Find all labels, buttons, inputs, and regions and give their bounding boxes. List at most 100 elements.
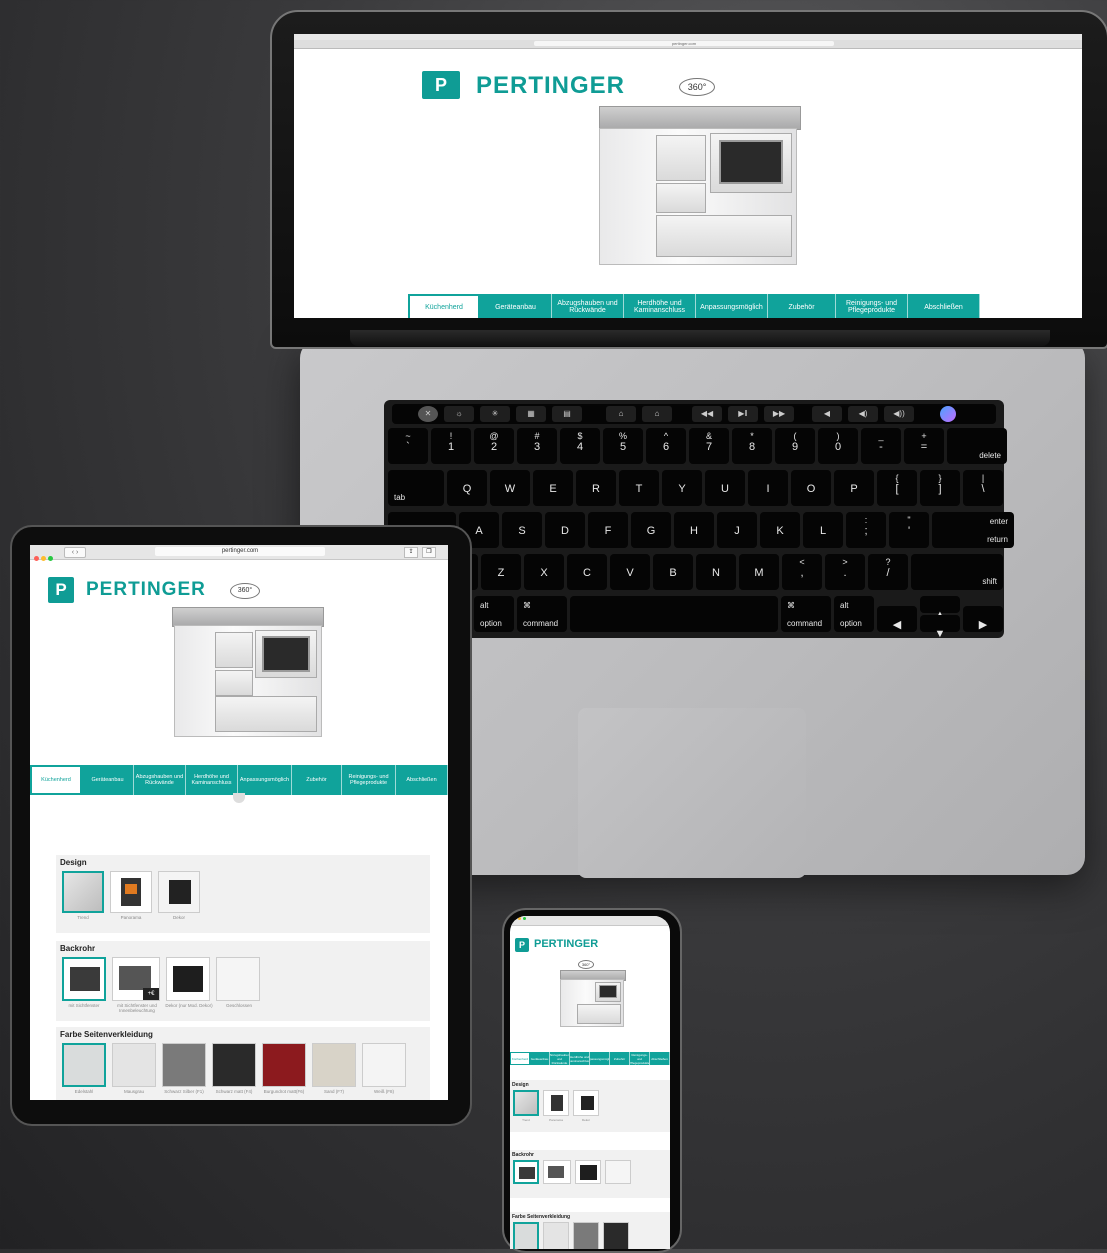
key-c[interactable]: C <box>567 554 607 590</box>
farbe-option-1[interactable] <box>112 1043 156 1087</box>
key-e[interactable]: E <box>533 470 573 506</box>
trackpad[interactable] <box>578 708 806 878</box>
backrohr-option-geschlossen[interactable] <box>216 957 260 1001</box>
key-i[interactable]: I <box>748 470 788 506</box>
key-bracket-0[interactable]: {[ <box>877 470 917 506</box>
return-key[interactable]: return enter <box>932 512 1014 548</box>
key-m[interactable]: M <box>739 554 779 590</box>
kbd-light-down-icon[interactable]: ⌂ <box>606 406 636 422</box>
tab-geraeteanbau[interactable]: Geräteanbau <box>480 294 552 318</box>
key-9[interactable]: (9 <box>775 428 815 464</box>
backrohr-option-dekor[interactable] <box>575 1160 601 1184</box>
window-controls[interactable] <box>34 548 55 566</box>
tab-key[interactable]: tab <box>388 470 444 506</box>
design-option-trend[interactable] <box>62 871 104 913</box>
farbe-option-edelstahl[interactable] <box>513 1222 539 1249</box>
back-forward-icon[interactable]: ‹ › <box>64 547 86 558</box>
escape-icon[interactable]: ✕ <box>418 406 438 422</box>
tab-geraeteanbau[interactable]: Geräteanbau <box>530 1052 550 1065</box>
key-l[interactable]: L <box>803 512 843 548</box>
arrow-left-icon[interactable]: ◀ <box>877 606 917 632</box>
key-q[interactable]: Q <box>447 470 487 506</box>
key-6[interactable]: ^ 6 <box>646 428 686 464</box>
brightness-down-icon[interactable]: ☼ <box>444 406 474 422</box>
tab-kuechenherd[interactable]: Küchenherd <box>408 294 480 318</box>
left-option-key[interactable]: option alt <box>474 596 514 632</box>
left-command-key[interactable]: command ⌘ <box>517 596 567 632</box>
farbe-option-0[interactable] <box>62 1043 106 1087</box>
key-2[interactable]: @2 <box>474 428 514 464</box>
window-controls[interactable] <box>513 917 528 920</box>
key-4[interactable]: $4 <box>560 428 600 464</box>
arrow-up-icon[interactable]: ▲ <box>920 596 960 621</box>
tab-zubehoer[interactable]: Zubehör <box>292 765 342 795</box>
right-option-key[interactable]: option alt <box>834 596 874 632</box>
play-pause-icon[interactable]: ▶‖ <box>728 406 758 422</box>
key-p[interactable]: P <box>834 470 874 506</box>
farbe-option-6[interactable] <box>362 1043 406 1087</box>
tab-zubehoer[interactable]: Zubehör <box>768 294 836 318</box>
key-d[interactable]: D <box>545 512 585 548</box>
tab-anpassung[interactable]: Anpassungsmöglich <box>590 1052 610 1065</box>
key-0[interactable]: ) 0 <box>818 428 858 464</box>
rotate-360-icon[interactable]: 360° <box>578 960 594 969</box>
farbe-option-3[interactable] <box>212 1043 256 1087</box>
arrow-right-icon[interactable]: ▶ <box>963 606 1003 632</box>
launchpad-icon[interactable]: ▤ <box>552 406 582 422</box>
key-k[interactable]: K <box>760 512 800 548</box>
tab-herdhoehe[interactable]: Herdhöhe und Kaminanschluss <box>570 1052 590 1065</box>
tab-abschliessen[interactable]: Abschließen <box>396 765 448 795</box>
key-s[interactable]: S <box>502 512 542 548</box>
arrow-down-icon[interactable]: ▼ <box>920 615 960 640</box>
tab-geraeteanbau[interactable]: Geräteanbau <box>82 765 134 795</box>
backrohr-option-dekor[interactable] <box>166 957 210 1001</box>
farbe-option-schwarz-silber[interactable] <box>573 1222 599 1249</box>
farbe-option-mausgrau[interactable] <box>543 1222 569 1249</box>
backrohr-option-sichtfenster[interactable] <box>513 1160 539 1184</box>
mute-icon[interactable]: ◀ <box>812 406 842 422</box>
rotate-360-icon[interactable]: 360° <box>230 583 260 599</box>
share-icon[interactable]: ⇪ <box>404 547 418 558</box>
volume-down-icon[interactable]: ◀) <box>848 406 878 422</box>
mission-control-icon[interactable]: ▦ <box>516 406 546 422</box>
design-option-dekor[interactable] <box>158 871 200 913</box>
tab-kuechenherd[interactable]: Küchenherd <box>510 1052 530 1065</box>
backrohr-option-innenbeleuchtung[interactable]: +€ <box>112 957 160 1001</box>
key-punct-z1[interactable]: >. <box>825 554 865 590</box>
scroll-indicator-icon[interactable] <box>233 793 245 803</box>
key-8[interactable]: * 8 <box>732 428 772 464</box>
tab-abzugshauben[interactable]: Abzugshauben und Rückwände <box>550 1052 570 1065</box>
key-j[interactable]: J <box>717 512 757 548</box>
key-g[interactable]: G <box>631 512 671 548</box>
key-bracket-2[interactable]: | \ <box>963 470 1003 506</box>
key-r[interactable]: R <box>576 470 616 506</box>
tab-abzugshauben[interactable]: Abzugshauben und Rückwände <box>134 765 186 795</box>
backrohr-option-sichtfenster[interactable] <box>62 957 106 1001</box>
right-shift-key[interactable]: shift <box>911 554 1003 590</box>
key-x[interactable]: X <box>524 554 564 590</box>
rotate-360-icon[interactable]: 360° <box>679 78 715 96</box>
key-z[interactable]: Z <box>481 554 521 590</box>
fast-forward-icon[interactable]: ▶▶ <box>764 406 794 422</box>
tab-anpassung[interactable]: Anpassungsmöglich <box>696 294 768 318</box>
tab-abschliessen[interactable]: Abschließen <box>650 1052 670 1065</box>
spacebar-key[interactable] <box>570 596 778 632</box>
key--[interactable]: _ - <box>861 428 901 464</box>
key-punct-z0[interactable]: <, <box>782 554 822 590</box>
volume-up-icon[interactable]: ◀)) <box>884 406 914 422</box>
key-b[interactable]: B <box>653 554 693 590</box>
design-option-trend[interactable] <box>513 1090 539 1116</box>
key-1[interactable]: ! 1 <box>431 428 471 464</box>
tabs-icon[interactable]: ❐ <box>422 547 436 558</box>
key-punct-z2[interactable]: ? / <box>868 554 908 590</box>
key-=[interactable]: + = <box>904 428 944 464</box>
delete-key[interactable]: delete <box>947 428 1007 464</box>
kbd-light-up-icon[interactable]: ⌂ <box>642 406 672 422</box>
key-n[interactable]: N <box>696 554 736 590</box>
design-option-dekor[interactable] <box>573 1090 599 1116</box>
farbe-option-2[interactable] <box>162 1043 206 1087</box>
key-f[interactable]: F <box>588 512 628 548</box>
tab-reinigung[interactable]: Reinigungs- und Pflegeprodukte <box>836 294 908 318</box>
tab-zubehoer[interactable]: Zubehör <box>610 1052 630 1065</box>
key-5[interactable]: % 5 <box>603 428 643 464</box>
